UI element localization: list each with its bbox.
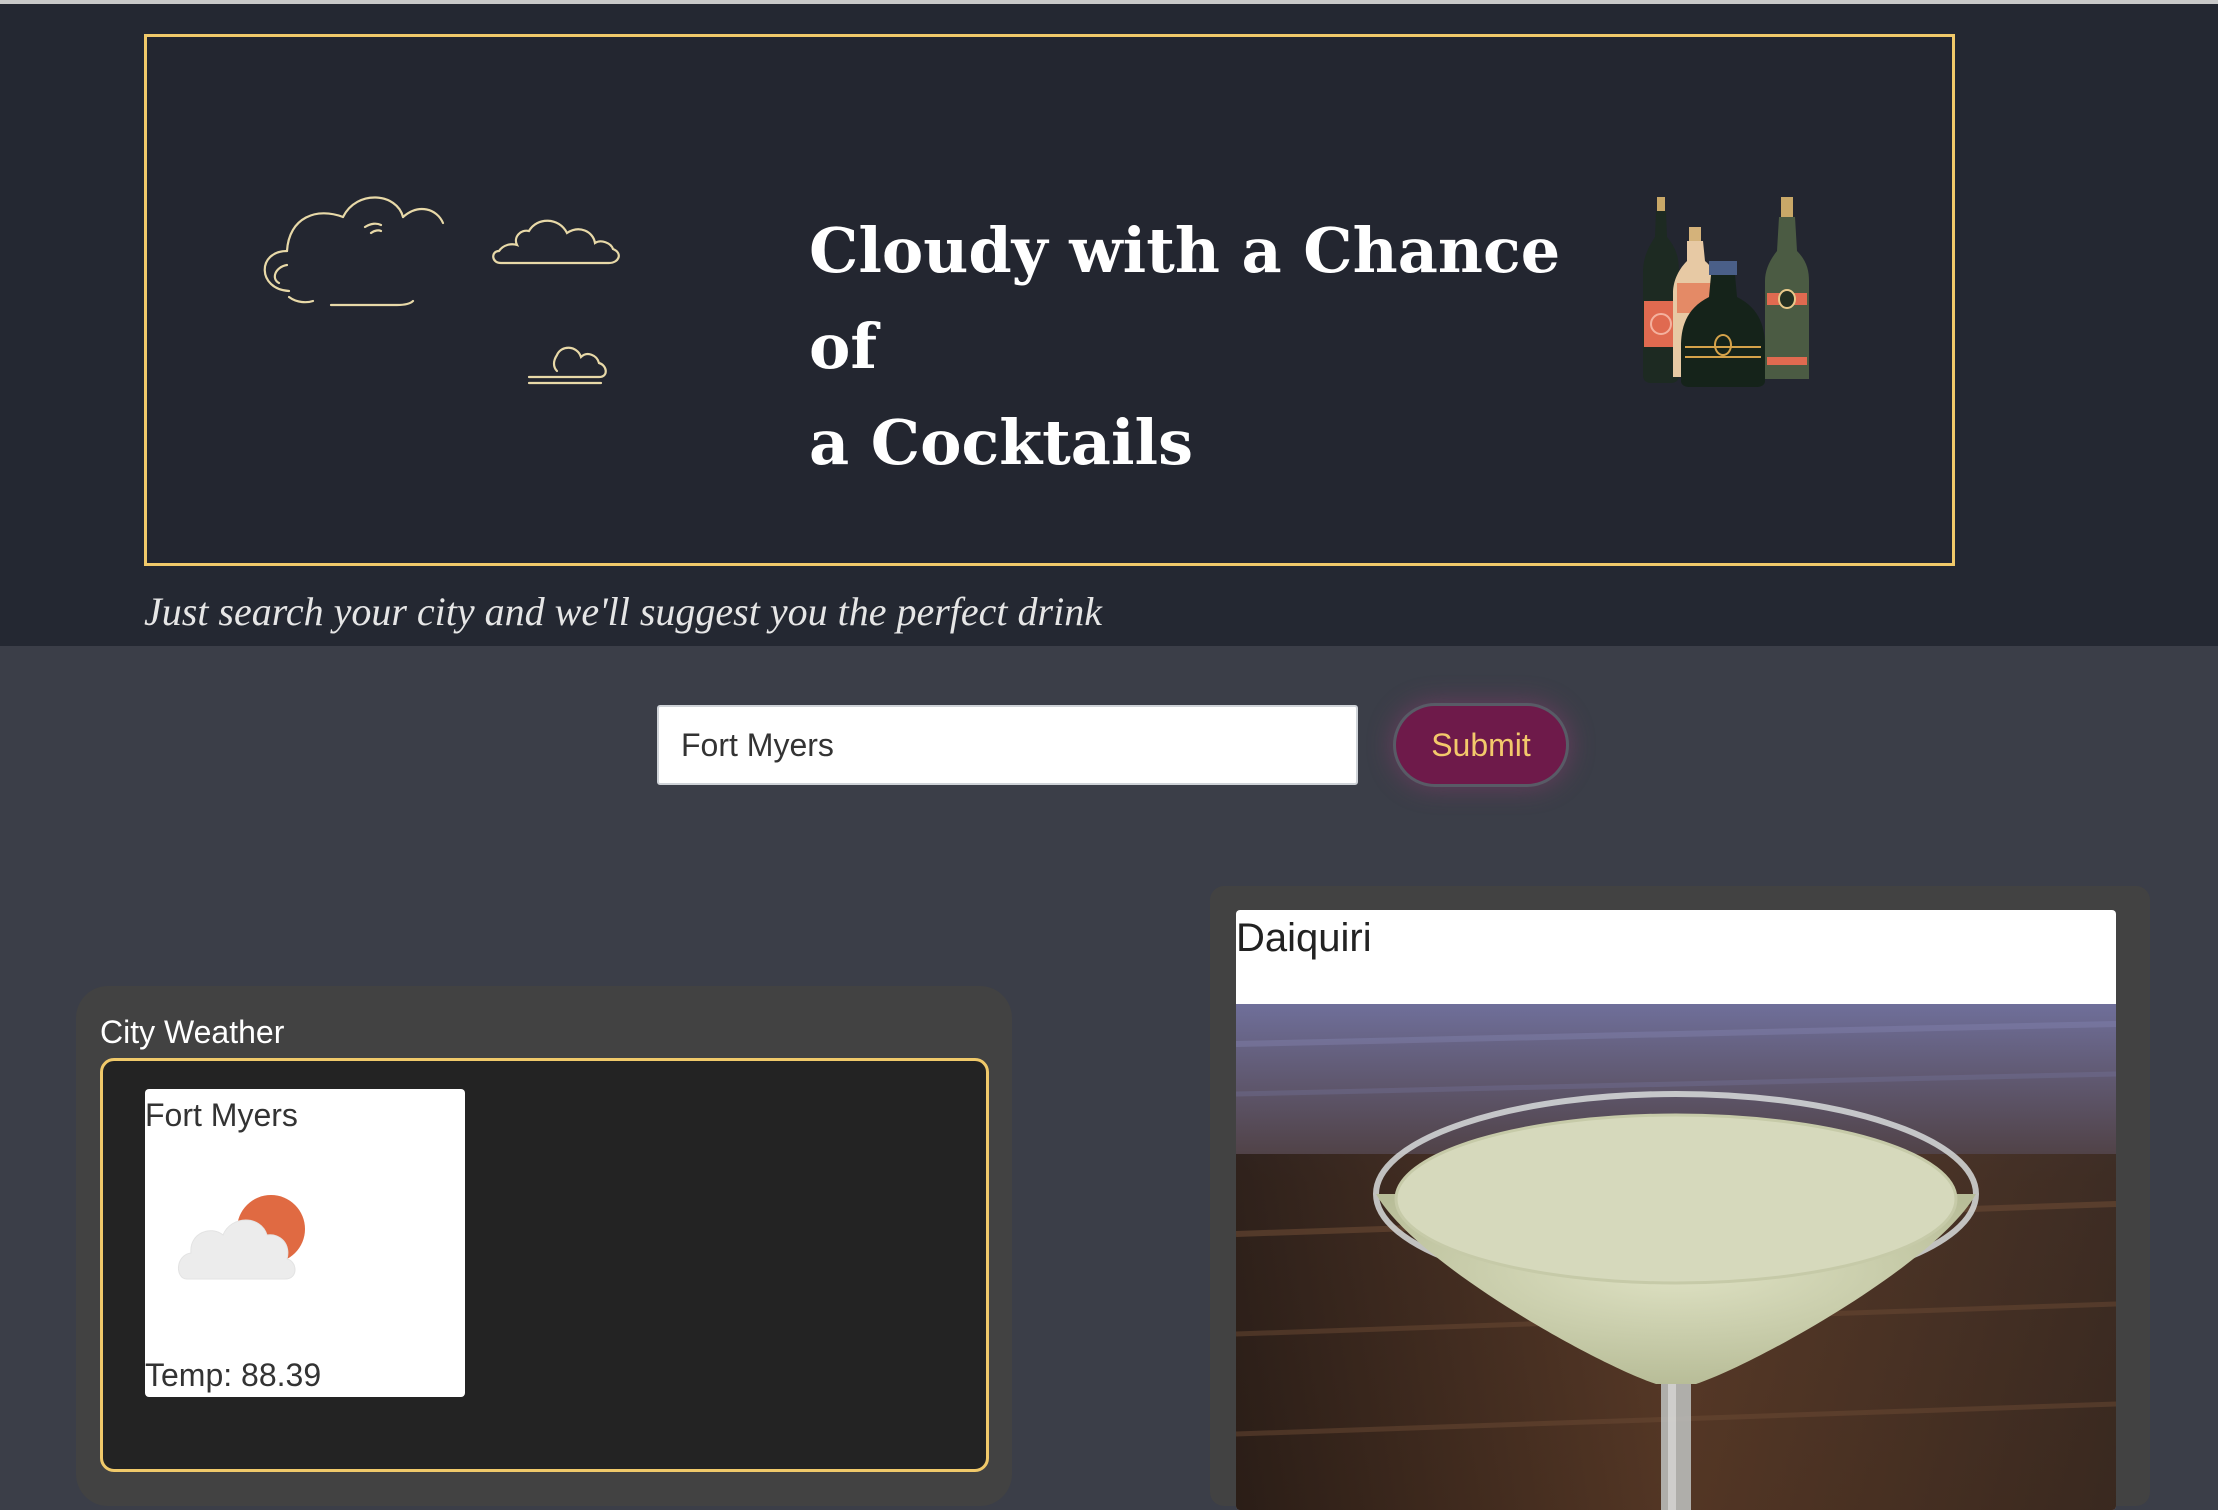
submit-button[interactable]: Submit: [1393, 703, 1569, 787]
tagline: Just search your city and we'll suggest …: [144, 589, 1102, 634]
city-weather-panel: City Weather Fort Myers Temp: 88.39: [76, 986, 1012, 1506]
city-search-input[interactable]: [657, 705, 1358, 785]
title-line-2: a Cocktails: [809, 406, 1193, 479]
weather-card-temp: Temp: 88.39: [145, 1357, 322, 1393]
weather-card-city: Fort Myers: [145, 1097, 298, 1133]
title-line-1: Cloudy with a Chance of: [809, 214, 1561, 383]
clouds-icon: [263, 196, 620, 385]
drink-card: Daiquiri: [1236, 910, 2116, 1510]
weather-card: Fort Myers Temp: 88.39: [145, 1089, 465, 1397]
daiquiri-photo: [1236, 1004, 2116, 1510]
weather-results-box: Fort Myers Temp: 88.39: [100, 1058, 989, 1472]
liquor-bottles-icon: [1643, 197, 1809, 387]
page-title: Cloudy with a Chance of a Cocktails: [809, 203, 1609, 491]
partly-cloudy-sun-icon: [178, 1195, 305, 1280]
drink-suggestion-panel: Daiquiri: [1210, 886, 2150, 1510]
hero-banner: Cloudy with a Chance of a Cocktails: [144, 34, 1955, 566]
drink-name: Daiquiri: [1236, 916, 1372, 960]
city-weather-heading: City Weather: [100, 1014, 285, 1050]
site-header: Cloudy with a Chance of a Cocktails Just…: [0, 4, 2218, 646]
